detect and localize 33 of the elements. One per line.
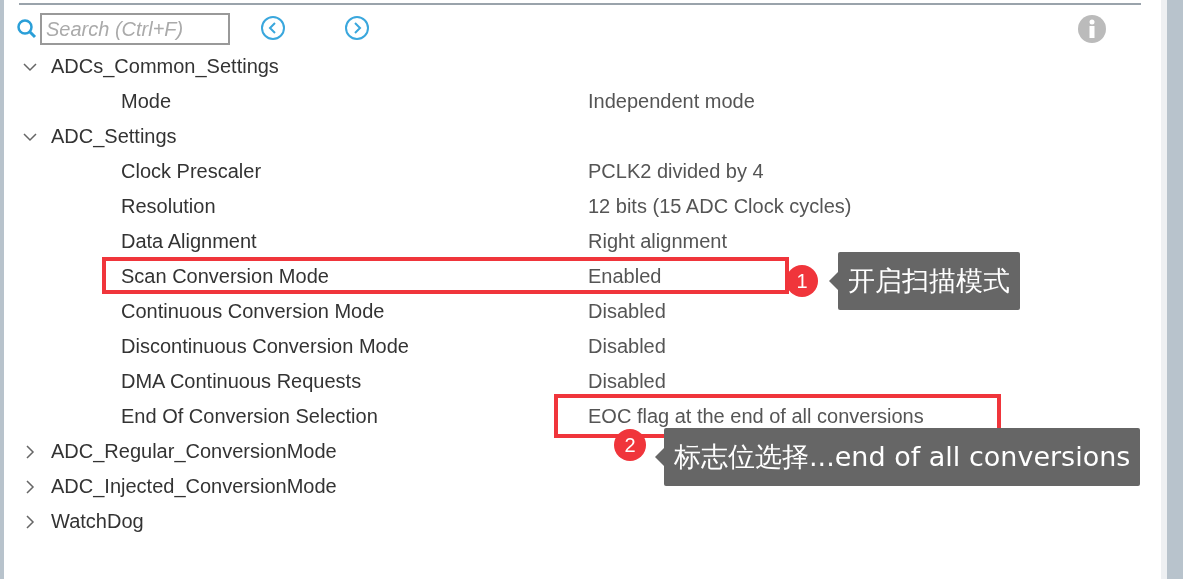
parameter-name: Discontinuous Conversion Mode bbox=[121, 335, 410, 358]
parameter-name: DMA Continuous Requests bbox=[121, 370, 363, 393]
search-field[interactable]: Search (Ctrl+F) bbox=[40, 13, 230, 45]
group-name: ADC_Injected_ConversionMode bbox=[51, 475, 337, 498]
forward-icon bbox=[344, 14, 370, 41]
parameter-value: Right alignment bbox=[588, 230, 727, 253]
back-icon bbox=[260, 14, 286, 41]
parameter-name: End Of Conversion Selection bbox=[121, 405, 379, 428]
group-name: ADC_Regular_ConversionMode bbox=[51, 440, 337, 463]
scrollbar[interactable] bbox=[1161, 0, 1183, 579]
group-name: ADC_Settings bbox=[51, 125, 177, 148]
step-number: 2 bbox=[614, 429, 646, 461]
parameter-name: Data Alignment bbox=[121, 230, 258, 253]
callout-note: 标志位选择...end of all conversions bbox=[664, 428, 1141, 486]
parameter-name: Clock Prescaler bbox=[121, 160, 263, 183]
info-icon bbox=[1077, 14, 1107, 44]
group-name: WatchDog bbox=[51, 510, 144, 533]
parameter-value: Enabled bbox=[588, 265, 662, 288]
search-icon bbox=[16, 18, 38, 40]
parameter-name: Resolution bbox=[121, 195, 217, 218]
parameter-value: Disabled bbox=[588, 335, 666, 358]
parameter-value: Disabled bbox=[588, 370, 666, 393]
parameter-name: Mode bbox=[121, 90, 173, 113]
parameter-value: 12 bits (15 ADC Clock cycles) bbox=[588, 195, 852, 218]
parameter-name: Continuous Conversion Mode bbox=[121, 300, 386, 323]
step-number: 1 bbox=[786, 265, 818, 297]
parameter-value: PCLK2 divided by 4 bbox=[588, 160, 764, 183]
group-name: ADCs_Common_Settings bbox=[51, 55, 279, 78]
parameter-value: Independent mode bbox=[588, 90, 755, 113]
parameter-value: Disabled bbox=[588, 300, 666, 323]
callout-note: 开启扫描模式 bbox=[838, 252, 1020, 310]
parameter-value: EOC flag at the end of all conversions bbox=[588, 405, 924, 428]
parameter-name: Scan Conversion Mode bbox=[121, 265, 330, 288]
